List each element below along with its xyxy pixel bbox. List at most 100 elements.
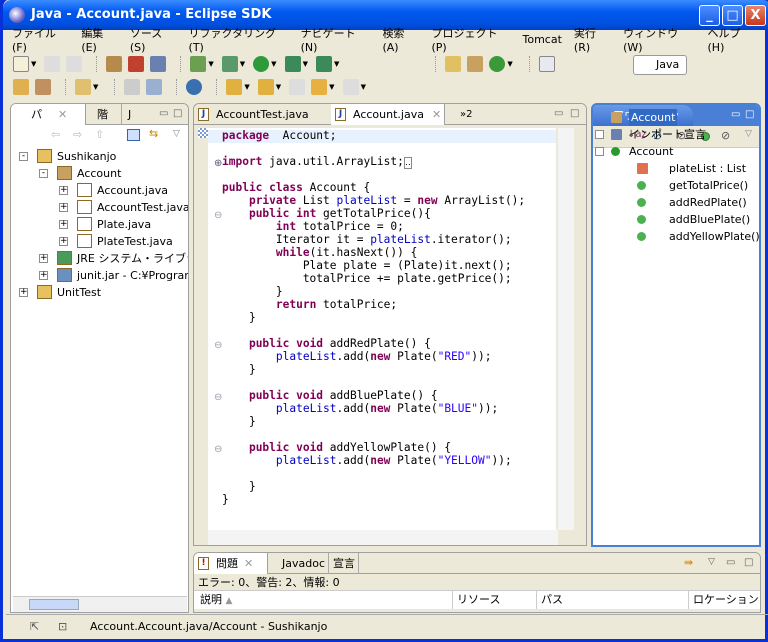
menu-help[interactable]: ヘルプ(H): [708, 25, 757, 54]
minimize-icon[interactable]: ▭: [731, 109, 740, 120]
minimize-icon[interactable]: ▭: [159, 108, 168, 119]
run-icon[interactable]: [253, 56, 270, 72]
dropdown-arrow-icon[interactable]: ▼: [329, 83, 334, 91]
tomcat-stop-icon[interactable]: [128, 56, 145, 72]
filter-icon[interactable]: ⇛: [684, 556, 693, 569]
new-package-icon[interactable]: [445, 56, 462, 72]
collapse-icon[interactable]: [595, 147, 604, 156]
expand-icon[interactable]: +: [19, 288, 28, 297]
link-with-editor-icon[interactable]: ⇆: [149, 127, 158, 140]
collapse-all-icon[interactable]: [127, 129, 140, 141]
open-project-icon[interactable]: [13, 79, 29, 95]
open-type-icon[interactable]: [75, 79, 91, 95]
dropdown-arrow-icon[interactable]: ▼: [361, 83, 366, 91]
open-perspective-icon[interactable]: [614, 57, 630, 73]
menu-tomcat[interactable]: Tomcat: [523, 33, 562, 46]
maximize-icon[interactable]: □: [745, 109, 754, 120]
expand-icon[interactable]: +: [39, 254, 48, 263]
column-path[interactable]: パス: [536, 591, 563, 609]
collapse-icon[interactable]: -: [39, 169, 48, 178]
dropdown-arrow-icon[interactable]: ▼: [240, 60, 245, 68]
scrollbar-thumb[interactable]: [29, 599, 79, 610]
dropdown-arrow-icon[interactable]: ▼: [244, 83, 249, 91]
source-code[interactable]: package Account; import java.util.ArrayLi…: [222, 129, 525, 506]
maximize-button[interactable]: □: [722, 5, 743, 26]
dropdown-arrow-icon[interactable]: ▼: [334, 60, 339, 68]
next-annotation-icon[interactable]: [226, 79, 243, 95]
menu-refactor[interactable]: リファクタリング(T): [189, 25, 289, 54]
dropdown-arrow-icon[interactable]: ▼: [271, 60, 276, 68]
dropdown-arrow-icon[interactable]: ▼: [507, 60, 512, 68]
profile-icon[interactable]: [190, 56, 207, 72]
expand-icon[interactable]: +: [59, 203, 68, 212]
hide-local-types-icon[interactable]: ⊘: [721, 129, 730, 142]
tab-package-explorer[interactable]: パ ✕: [11, 104, 86, 125]
horizontal-scrollbar[interactable]: [208, 530, 558, 545]
vertical-scrollbar[interactable]: [558, 128, 574, 530]
dropdown-arrow-icon[interactable]: ▼: [303, 60, 308, 68]
maximize-icon[interactable]: □: [173, 108, 182, 119]
mark-icon[interactable]: [124, 79, 141, 95]
tab-accounttest-java[interactable]: J AccountTest.java: [194, 104, 329, 125]
toggle-view-icon[interactable]: [146, 79, 163, 95]
expand-icon[interactable]: [595, 130, 604, 139]
view-menu-icon[interactable]: ▽: [173, 129, 180, 139]
menu-window[interactable]: ウィンドウ(W): [623, 25, 695, 54]
dropdown-arrow-icon[interactable]: ▼: [93, 83, 98, 91]
back-icon[interactable]: [311, 79, 328, 95]
dropdown-arrow-icon[interactable]: ▼: [276, 83, 281, 91]
maximize-icon[interactable]: □: [744, 557, 753, 568]
minimize-button[interactable]: _: [699, 5, 720, 26]
last-edit-icon[interactable]: [289, 79, 306, 95]
menu-edit[interactable]: 編集(E): [81, 25, 118, 54]
java-perspective-button[interactable]: Java: [633, 55, 687, 75]
new-class-icon[interactable]: [467, 56, 484, 72]
menu-file[interactable]: ファイル(F): [12, 25, 69, 54]
menu-project[interactable]: プロジェクト(P): [432, 25, 511, 54]
tomcat-restart-icon[interactable]: [150, 56, 167, 72]
menu-navigate[interactable]: ナビゲート(N): [301, 25, 371, 54]
menu-source[interactable]: ソース(S): [130, 25, 177, 54]
collapse-icon[interactable]: -: [19, 152, 28, 161]
close-tab-icon[interactable]: ✕: [244, 557, 253, 570]
tab-declaration[interactable]: 宣言: [328, 553, 359, 574]
up-icon[interactable]: ⇧: [95, 128, 104, 141]
menu-run[interactable]: 実行(R): [574, 25, 611, 54]
run-ant-icon[interactable]: [315, 56, 332, 72]
more-tabs-button[interactable]: »2: [456, 104, 472, 125]
fast-view-icon[interactable]: ⇱: [30, 615, 39, 639]
minimize-icon[interactable]: ▭: [726, 557, 735, 568]
dropdown-arrow-icon[interactable]: ▼: [208, 60, 213, 68]
expand-icon[interactable]: +: [59, 220, 68, 229]
save-icon[interactable]: [44, 56, 61, 72]
close-tab-icon[interactable]: ✕: [432, 108, 441, 121]
column-description[interactable]: 説明 ▲: [200, 591, 232, 610]
tab-account-java[interactable]: J Account.java ✕: [331, 104, 445, 125]
external-tools-icon[interactable]: [284, 56, 301, 72]
brush-icon[interactable]: [35, 79, 51, 95]
forward-icon[interactable]: [342, 79, 359, 95]
tab-hierarchy[interactable]: 階: [89, 104, 108, 125]
column-location[interactable]: ロケーション: [688, 591, 759, 609]
view-menu-icon[interactable]: ▽: [708, 557, 715, 567]
back-icon[interactable]: ⇦: [51, 128, 60, 141]
minimize-icon[interactable]: ▭: [554, 108, 563, 119]
tomcat-start-icon[interactable]: [106, 56, 123, 72]
tab-problems[interactable]: ! 問題 ✕: [194, 553, 268, 574]
expand-icon[interactable]: +: [59, 237, 68, 246]
menu-search[interactable]: 検索(A): [382, 25, 419, 54]
forward-icon[interactable]: ⇨: [73, 128, 82, 141]
tab-javadoc[interactable]: Javadoc: [278, 553, 325, 574]
open-task-icon[interactable]: [538, 56, 555, 72]
close-tab-icon[interactable]: ✕: [58, 108, 67, 121]
horizontal-scrollbar[interactable]: [13, 596, 187, 612]
folded-imports-marker[interactable]: ‥: [403, 157, 412, 169]
close-button[interactable]: X: [745, 5, 766, 26]
view-menu-icon[interactable]: ▽: [745, 129, 752, 139]
new-java-class-icon[interactable]: [489, 56, 506, 72]
previous-annotation-icon[interactable]: [257, 79, 274, 95]
column-resource[interactable]: リソース: [452, 591, 500, 609]
maximize-icon[interactable]: □: [570, 108, 579, 119]
expand-icon[interactable]: +: [59, 186, 68, 195]
dropdown-arrow-icon[interactable]: ▼: [31, 60, 36, 68]
